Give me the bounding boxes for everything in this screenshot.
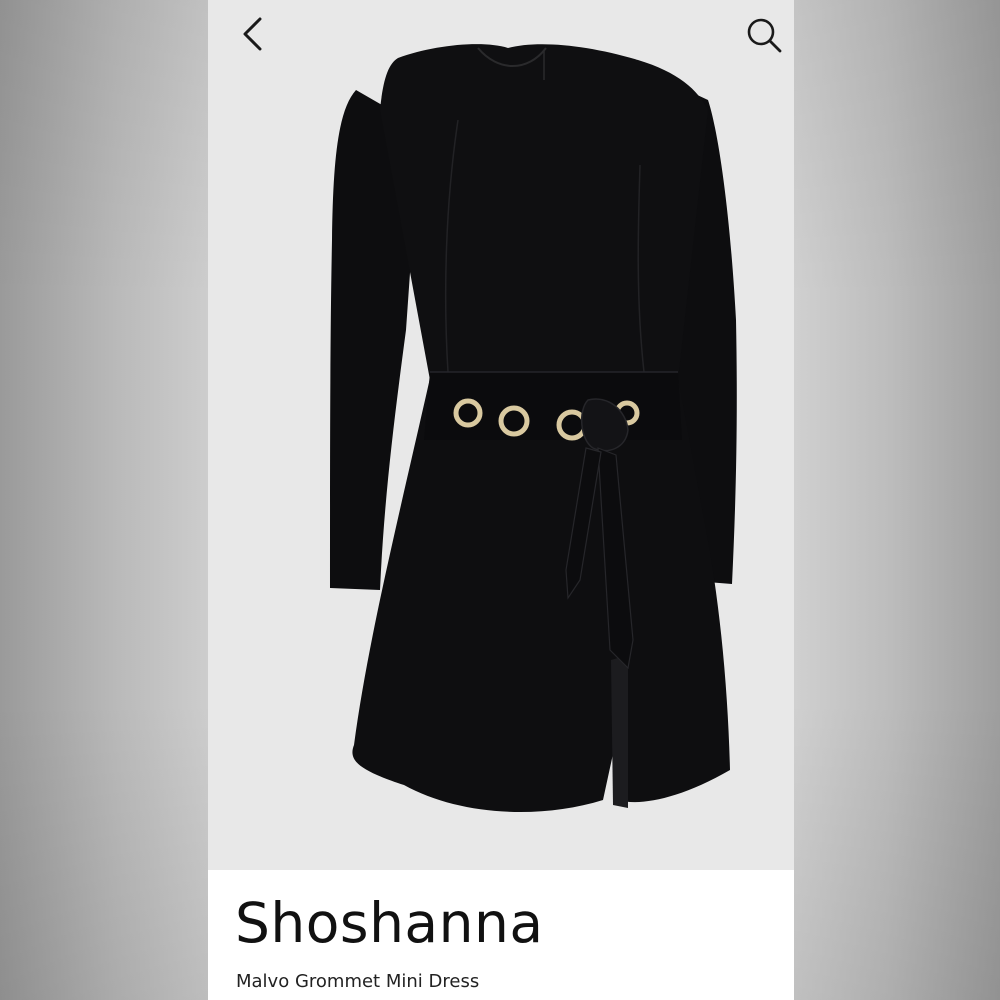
- search-icon: [747, 18, 782, 53]
- dress-skirt-slit: [611, 655, 628, 808]
- product-screen: Shoshanna Malvo Grommet Mini Dress: [208, 0, 794, 1000]
- brand-name[interactable]: Shoshanna: [235, 888, 544, 958]
- top-navigation-bar: [208, 0, 794, 70]
- product-info-panel: Shoshanna Malvo Grommet Mini Dress: [208, 870, 794, 1000]
- product-image[interactable]: [208, 0, 794, 870]
- chevron-left-icon: [243, 17, 262, 51]
- blurred-backdrop-right: [794, 0, 1000, 1000]
- search-button[interactable]: [742, 12, 786, 56]
- product-name: Malvo Grommet Mini Dress: [236, 971, 480, 992]
- dress-bodice: [380, 44, 708, 380]
- dress-belt: [424, 372, 682, 440]
- back-button[interactable]: [230, 12, 274, 56]
- dress-illustration: [330, 44, 737, 812]
- dress-skirt: [352, 378, 730, 812]
- blurred-backdrop-left: [0, 0, 208, 1000]
